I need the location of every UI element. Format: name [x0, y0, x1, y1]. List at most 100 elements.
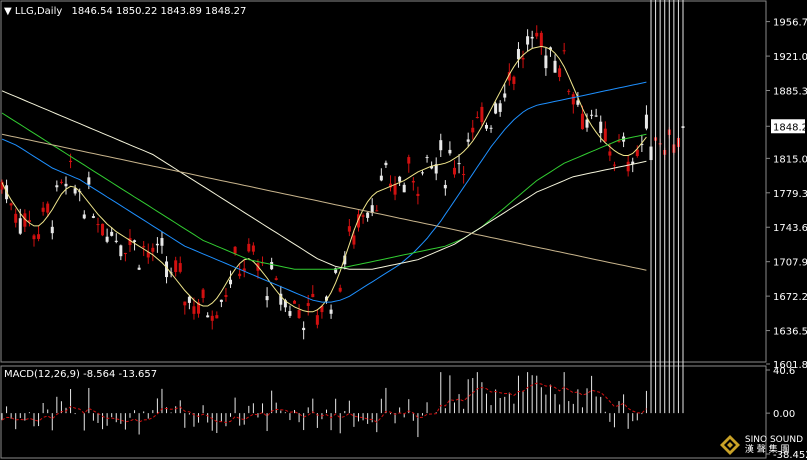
candle-body	[411, 180, 415, 183]
candle-body	[590, 114, 594, 116]
candle-body	[480, 106, 484, 123]
candle-body	[178, 263, 182, 272]
candle-body	[82, 214, 86, 219]
candle-body	[361, 215, 365, 217]
candle-body	[96, 224, 100, 226]
candle-body	[302, 327, 306, 331]
brand-name-cn: 漢 聲 集 團	[744, 445, 790, 455]
macd-tick-label: 40.6	[773, 366, 795, 377]
brand-logo: SINO SOUND 漢 聲 集 團	[719, 434, 803, 456]
price-tick-label: 1885.35	[773, 86, 807, 97]
candle-body	[142, 246, 146, 248]
candle-body	[55, 185, 59, 188]
candle-body	[457, 163, 461, 165]
candles-group	[0, 25, 685, 340]
candle-body	[265, 296, 269, 301]
candle-body	[352, 235, 356, 245]
candle-body	[14, 213, 18, 223]
candle-body	[425, 157, 429, 159]
candle-body	[133, 240, 137, 242]
candle-body	[270, 262, 274, 270]
chart-header: ▼ LLG,Daily 1846.54 1850.22 1843.89 1848…	[4, 6, 246, 17]
candle-body	[288, 311, 292, 316]
candle-body	[9, 203, 13, 206]
candle-body	[530, 36, 534, 39]
candle-body	[599, 121, 603, 134]
candle-body	[416, 193, 420, 196]
candle-body	[393, 183, 397, 195]
candle-body	[247, 243, 251, 252]
candle-body	[567, 90, 571, 92]
moving-average-line	[1, 45, 647, 313]
candle-body	[224, 294, 228, 297]
candle-body	[420, 172, 424, 174]
brand-name: SINO SOUND	[744, 435, 803, 445]
price-tick-label: 1956.75	[773, 18, 807, 29]
price-tick-label: 1779.30	[773, 189, 807, 200]
symbol-label: LLG,Daily	[14, 6, 63, 17]
candle-body	[644, 114, 648, 129]
candle-body	[206, 315, 210, 318]
candle-body	[608, 151, 612, 156]
candle-body	[238, 273, 242, 277]
candle-body	[119, 245, 123, 257]
candle-body	[46, 203, 50, 213]
price-tick-label: 1815.00	[773, 154, 807, 165]
candle-body	[494, 103, 498, 114]
candle-body	[407, 157, 411, 164]
candle-body	[105, 236, 109, 242]
candle-body	[329, 309, 333, 314]
candle-body	[471, 127, 475, 133]
candle-body	[311, 293, 315, 298]
candle-body	[466, 139, 470, 142]
candle-body	[73, 188, 77, 194]
candle-body	[585, 119, 589, 128]
candle-body	[489, 127, 493, 129]
candle-body	[452, 167, 456, 175]
ohlc-values: 1846.54 1850.22 1843.89 1848.27	[71, 6, 247, 17]
candle-body	[484, 124, 488, 129]
candle-body	[251, 245, 255, 252]
candle-body	[59, 181, 63, 183]
macd-label: MACD(12,26,9) -8.564 -13.657	[4, 369, 158, 380]
dropdown-arrow-icon[interactable]: ▼	[4, 6, 12, 17]
candle-body	[192, 306, 196, 314]
candle-body	[526, 36, 530, 45]
candle-body	[398, 176, 402, 182]
candle-body	[462, 174, 466, 176]
candle-body	[384, 162, 388, 166]
candle-body	[32, 235, 36, 240]
macd-signal-line	[1, 382, 647, 424]
macd-tick-label: 0.00	[773, 409, 795, 420]
candle-body	[229, 279, 233, 285]
candle-body	[41, 207, 45, 212]
candle-body	[114, 240, 118, 242]
candle-body	[37, 234, 41, 239]
moving-average-line	[1, 133, 647, 271]
candle-body	[512, 76, 516, 84]
price-tick-label: 1743.60	[773, 223, 807, 234]
candle-body	[594, 115, 598, 117]
candle-body	[160, 238, 164, 246]
price-tick-label: 1707.90	[773, 258, 807, 269]
candle-body	[402, 184, 406, 193]
candle-body	[544, 55, 548, 69]
candle-body	[347, 226, 351, 232]
candle-body	[297, 310, 301, 318]
candle-body	[101, 223, 105, 236]
candle-body	[539, 32, 543, 48]
candle-body	[635, 149, 639, 156]
candle-body	[50, 226, 54, 234]
candle-body	[215, 315, 219, 319]
candle-body	[375, 210, 379, 212]
candle-body	[338, 287, 342, 292]
candle-body	[553, 60, 557, 73]
candle-body	[183, 301, 187, 306]
candle-body	[187, 296, 191, 303]
candle-body	[498, 103, 502, 112]
candle-body	[612, 164, 616, 166]
price-chart[interactable]: 1956.75 1921.00 1885.35 1848.27 1815.00 1779.…	[0, 0, 807, 460]
candle-body	[516, 48, 520, 60]
price-tick-label: 1672.20	[773, 292, 807, 303]
candle-body	[87, 177, 91, 185]
